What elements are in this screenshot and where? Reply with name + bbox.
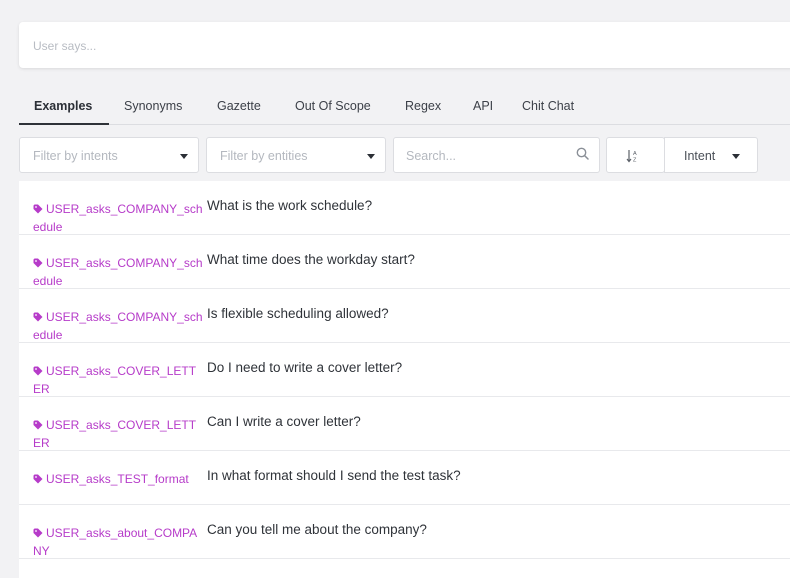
- intent-label[interactable]: USER_asks_COVER_LETTER: [33, 362, 203, 398]
- example-text[interactable]: In what format should I send the test ta…: [207, 468, 461, 483]
- example-row[interactable]: USER_asks_about_COMPANY Can you tell me …: [19, 505, 790, 559]
- tag-icon: [33, 366, 43, 376]
- tab-bar: Examples Synonyms Gazette Out Of Scope R…: [19, 94, 790, 125]
- intent-label[interactable]: USER_asks_TEST_format: [33, 470, 203, 488]
- caret-down-icon: [180, 154, 188, 159]
- sort-order-button[interactable]: A Z: [606, 137, 665, 173]
- intent-label[interactable]: USER_asks_COMPANY_schedule: [33, 254, 203, 290]
- tag-icon: [33, 420, 43, 430]
- tab-chit-chat[interactable]: Chit Chat: [522, 99, 574, 113]
- filter-entities-dropdown[interactable]: Filter by entities: [206, 137, 386, 173]
- tag-icon: [33, 258, 43, 268]
- user-says-input[interactable]: [33, 37, 733, 55]
- intent-name: USER_asks_COMPANY_schedule: [33, 256, 203, 288]
- intent-name: USER_asks_COMPANY_schedule: [33, 202, 203, 234]
- tag-icon: [33, 204, 43, 214]
- example-row[interactable]: USER_asks_COVER_LETTER Do I need to writ…: [19, 343, 790, 397]
- filter-intents-placeholder: Filter by intents: [33, 149, 118, 163]
- svg-text:A: A: [633, 151, 637, 157]
- filter-entities-placeholder: Filter by entities: [220, 149, 308, 163]
- svg-text:Z: Z: [633, 158, 637, 164]
- example-text[interactable]: Is flexible scheduling allowed?: [207, 306, 389, 321]
- intent-name: USER_asks_COVER_LETTER: [33, 364, 197, 396]
- example-text[interactable]: Do I need to write a cover letter?: [207, 360, 402, 375]
- intent-label[interactable]: USER_asks_COMPANY_schedule: [33, 200, 203, 236]
- example-text[interactable]: What time does the workday start?: [207, 252, 415, 267]
- intent-name: USER_asks_TEST_format: [46, 472, 189, 486]
- sort-field-dropdown[interactable]: Intent: [664, 137, 758, 173]
- tab-synonyms[interactable]: Synonyms: [124, 99, 182, 113]
- search-box[interactable]: [393, 137, 600, 173]
- tag-icon: [33, 474, 43, 484]
- tab-examples[interactable]: Examples: [34, 99, 92, 113]
- tab-gazette[interactable]: Gazette: [217, 99, 261, 113]
- intent-name: USER_asks_about_COMPANY: [33, 526, 198, 558]
- active-tab-indicator: [19, 123, 109, 125]
- examples-list: USER_asks_COMPANY_schedule What is the w…: [19, 181, 790, 578]
- sort-field-label: Intent: [684, 149, 716, 163]
- intent-name: USER_asks_COMPANY_schedule: [33, 310, 203, 342]
- user-says-box[interactable]: [19, 22, 790, 68]
- intent-label[interactable]: USER_asks_COMPANY_schedule: [33, 308, 203, 344]
- filter-intents-dropdown[interactable]: Filter by intents: [19, 137, 199, 173]
- search-icon[interactable]: [576, 147, 589, 160]
- example-row[interactable]: USER_asks_COMPANY_schedule Is flexible s…: [19, 289, 790, 343]
- tab-api[interactable]: API: [473, 99, 493, 113]
- intent-name: USER_asks_COVER_LETTER: [33, 418, 197, 450]
- search-input[interactable]: [406, 148, 566, 164]
- caret-down-icon: [732, 154, 740, 159]
- intent-label[interactable]: USER_asks_COVER_LETTER: [33, 416, 203, 452]
- tab-out-of-scope[interactable]: Out Of Scope: [295, 99, 371, 113]
- example-text[interactable]: Can I write a cover letter?: [207, 414, 361, 429]
- tab-regex[interactable]: Regex: [405, 99, 441, 113]
- example-row[interactable]: USER_asks_COMPANY_schedule What time doe…: [19, 235, 790, 289]
- example-text[interactable]: Can you tell me about the company?: [207, 522, 427, 537]
- example-row[interactable]: USER_asks_TEST_format In what format sho…: [19, 451, 790, 505]
- caret-down-icon: [367, 154, 375, 159]
- example-text[interactable]: What is the work schedule?: [207, 198, 372, 213]
- example-row[interactable]: USER_asks_COMPANY_schedule What is the w…: [19, 181, 790, 235]
- intent-label[interactable]: USER_asks_about_COMPANY: [33, 524, 203, 560]
- tag-icon: [33, 312, 43, 322]
- tag-icon: [33, 528, 43, 538]
- example-row[interactable]: USER_asks_COVER_LETTER Can I write a cov…: [19, 397, 790, 451]
- sort-icon: A Z: [626, 150, 637, 164]
